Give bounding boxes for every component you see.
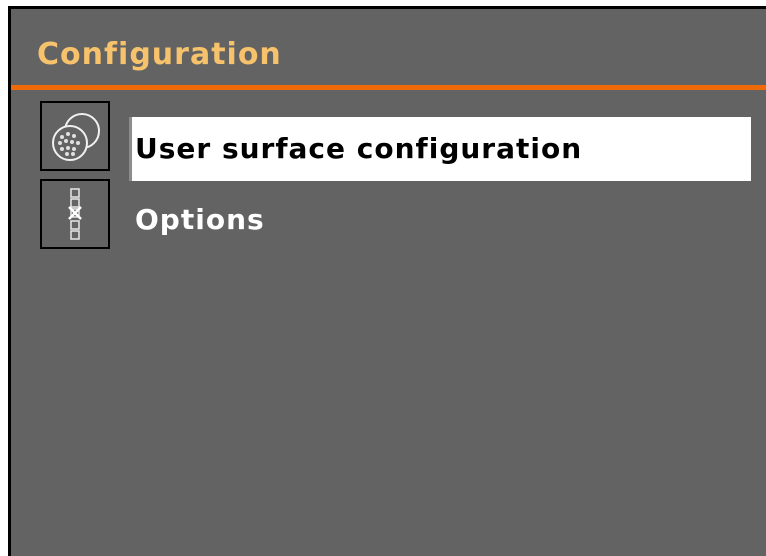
title-divider [11, 85, 766, 90]
menu-item-options[interactable]: Options [37, 179, 762, 249]
page-title: Configuration [37, 37, 282, 72]
surface-config-icon [40, 101, 110, 171]
menu-item-label: User surface configuration [135, 132, 583, 165]
menu-item-user-surface-configuration[interactable]: User surface configuration [37, 101, 762, 181]
configuration-screen: Configuration User surface configuration [8, 6, 766, 556]
options-icon [40, 179, 110, 249]
menu-item-label: Options [135, 203, 265, 236]
